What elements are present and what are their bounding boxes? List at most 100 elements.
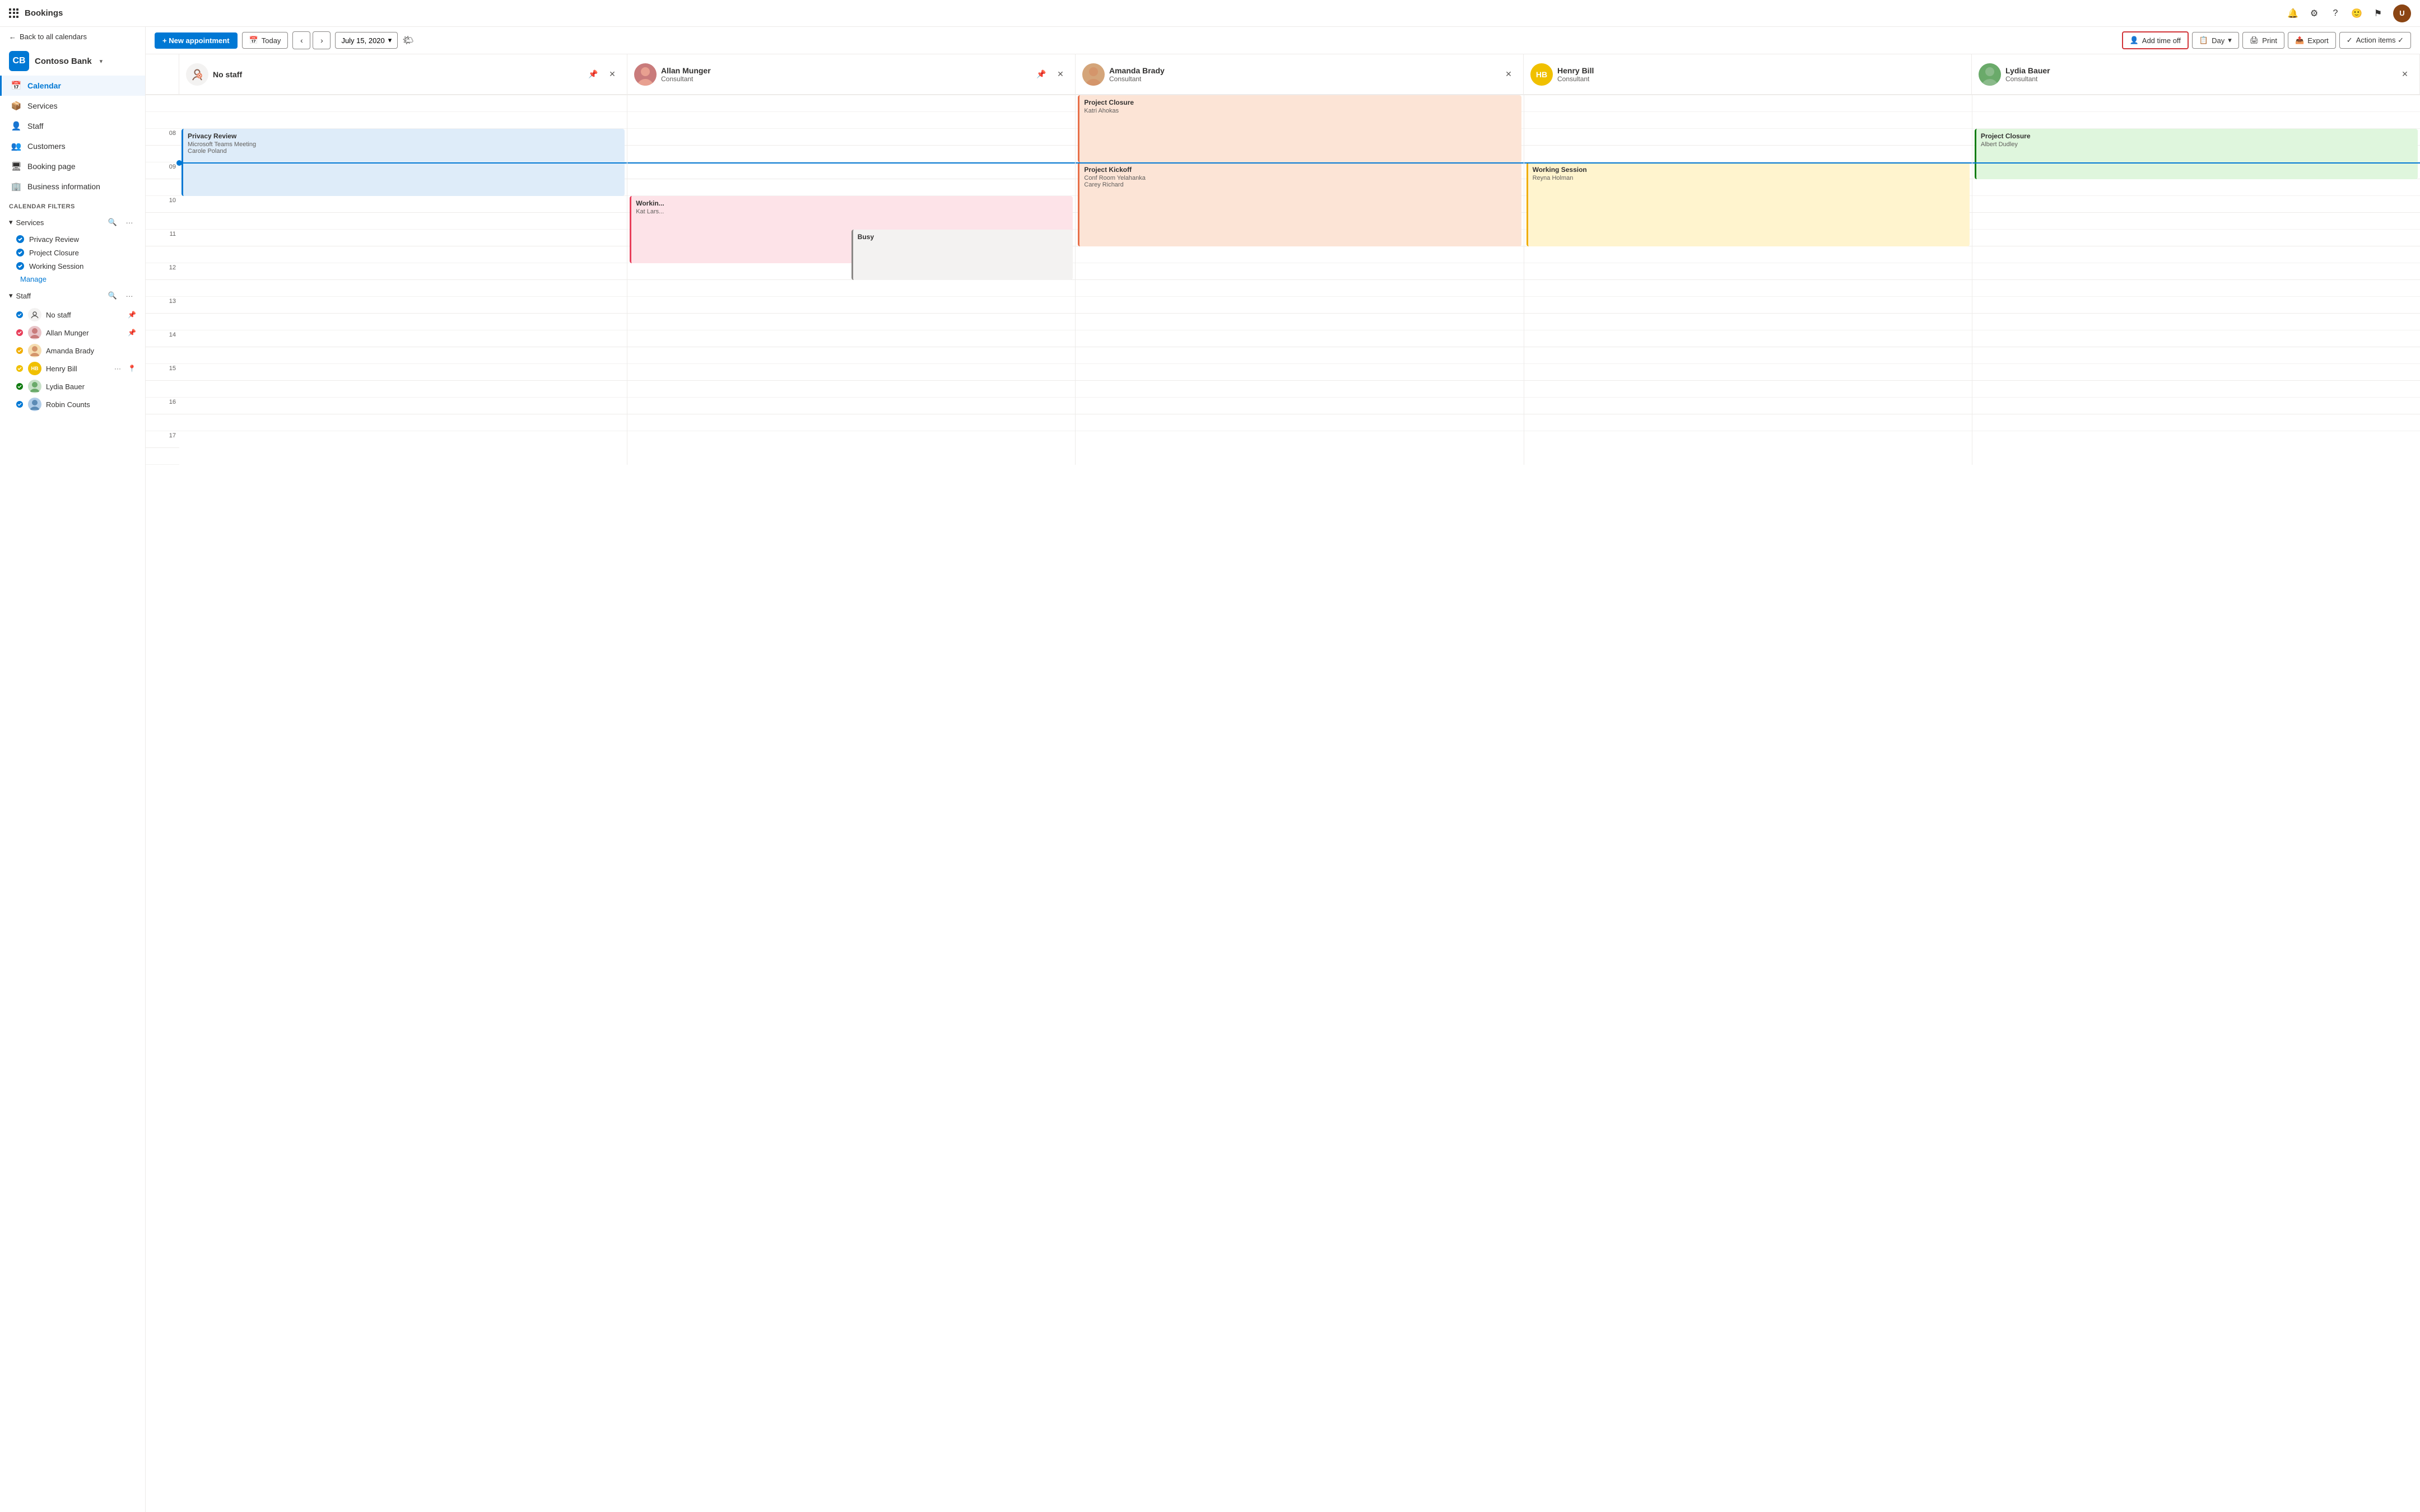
pin-allan-header-icon[interactable]: 📌 xyxy=(1034,67,1049,82)
staff-header-amanda: Amanda Brady Consultant ✕ xyxy=(1076,54,1524,95)
close-lydia-header-icon[interactable]: ✕ xyxy=(2397,67,2413,82)
staff-item-amanda-brady[interactable]: Amanda Brady xyxy=(4,342,141,360)
staff-item-henry-bill[interactable]: HB Henry Bill ··· 📍 xyxy=(4,360,141,377)
notification-icon[interactable]: 🔔 xyxy=(2287,7,2299,20)
allan-header-name: Allan Munger xyxy=(661,66,1029,75)
new-appointment-button[interactable]: + New appointment xyxy=(155,32,238,49)
date-picker-button[interactable]: July 15, 2020 ▾ xyxy=(335,32,398,49)
event-busy-allan[interactable]: Busy xyxy=(851,230,1073,280)
amanda-header-role: Consultant xyxy=(1109,75,1496,83)
back-to-calendars[interactable]: ← Back to all calendars xyxy=(0,27,145,46)
staff-item-robin-counts[interactable]: Robin Counts xyxy=(4,395,141,413)
check-circle-lydia-icon xyxy=(16,382,24,390)
event-project-kickoff-amanda[interactable]: Project Kickoff Conf Room Yelahanka Care… xyxy=(1078,162,1521,246)
pin-no-staff-header-icon[interactable]: 📌 xyxy=(585,67,601,82)
next-arrow-button[interactable]: › xyxy=(313,31,331,49)
staff-header-amanda-inner: Amanda Brady Consultant ✕ xyxy=(1076,54,1523,95)
services-filter-section: ▾ Services 🔍 ··· Privacy Review Project … xyxy=(0,212,145,286)
filter-item-project-closure[interactable]: Project Closure xyxy=(4,246,141,259)
staff-grid: Privacy Review Microsoft Teams Meeting C… xyxy=(179,95,2420,465)
customers-nav-icon: 👥 xyxy=(11,141,22,152)
manage-link[interactable]: Manage xyxy=(4,273,141,286)
staff-item-allan-munger[interactable]: Allan Munger 📌 xyxy=(4,324,141,342)
event-working-session-allan-sub: Kat Lars... xyxy=(636,208,1068,215)
staff-more-icon[interactable]: ··· xyxy=(123,289,136,302)
nav-item-business-info[interactable]: 🏢 Business information xyxy=(0,176,145,197)
add-time-off-button[interactable]: 👤 Add time off xyxy=(2122,31,2189,49)
close-amanda-header-icon[interactable]: ✕ xyxy=(1501,67,1516,82)
action-items-icon: ✓ xyxy=(2347,36,2353,45)
henry-more-icon[interactable]: ··· xyxy=(112,363,123,374)
staff-header-henry: HB Henry Bill Consultant xyxy=(1524,54,1972,95)
lydia-header-actions: ✕ xyxy=(2397,67,2413,82)
export-button[interactable]: 📤 Export xyxy=(2288,32,2336,49)
user-avatar[interactable]: U xyxy=(2393,4,2411,22)
services-search-icon[interactable]: 🔍 xyxy=(106,216,119,229)
nav-item-staff[interactable]: 👤 Staff xyxy=(0,116,145,136)
henry-slots xyxy=(1524,95,1972,431)
no-staff-header-icon xyxy=(186,63,208,86)
top-bar-left: Bookings xyxy=(9,8,63,18)
prev-arrow-button[interactable]: ‹ xyxy=(292,31,310,49)
close-allan-header-icon[interactable]: ✕ xyxy=(1053,67,1068,82)
calendar-scroll-body: 08 09 10 11 12 13 14 15 xyxy=(146,95,2420,1512)
nav-item-booking-page[interactable]: 🖥 Booking page xyxy=(0,156,145,176)
staff-item-lydia-bauer[interactable]: Lydia Bauer xyxy=(4,377,141,395)
org-header[interactable]: CB Contoso Bank ▾ xyxy=(0,46,145,76)
filter-item-privacy-review[interactable]: Privacy Review xyxy=(4,232,141,246)
time-08: 08 xyxy=(146,129,179,146)
event-working-session-henry[interactable]: Working Session Reyna Holman xyxy=(1527,162,1970,246)
staff-item-no-staff[interactable]: No staff 📌 xyxy=(4,306,141,324)
event-project-closure-amanda[interactable]: Project Closure Katri Ahokas xyxy=(1078,95,1521,162)
close-no-staff-header-icon[interactable]: ✕ xyxy=(604,67,620,82)
day-chevron-icon: ▾ xyxy=(2228,36,2232,45)
services-filter-header[interactable]: ▾ Services 🔍 ··· xyxy=(4,212,141,232)
current-time-line-allan xyxy=(627,162,1075,164)
services-filter-actions: 🔍 ··· xyxy=(106,216,136,229)
robin-avatar xyxy=(28,398,41,411)
pin-outline-henry-icon: 📍 xyxy=(128,365,136,372)
date-chevron-icon: ▾ xyxy=(388,36,392,45)
nav-arrows: ‹ › xyxy=(292,31,331,49)
help-icon[interactable]: ? xyxy=(2329,7,2342,20)
time-07 xyxy=(146,95,179,112)
print-button[interactable]: 🖨 Print xyxy=(2242,32,2284,49)
today-button[interactable]: 📅 Today xyxy=(242,32,288,49)
staff-header-lydia: Lydia Bauer Consultant ✕ xyxy=(1972,54,2420,95)
event-project-kickoff-sub1: Conf Room Yelahanka xyxy=(1084,175,1516,181)
services-filter-title: ▾ Services xyxy=(9,218,44,227)
filter-item-working-session[interactable]: Working Session xyxy=(4,259,141,273)
col-allan: Workin... Kat Lars... Busy xyxy=(627,95,1076,465)
chevron-down-services-icon: ▾ xyxy=(9,218,13,227)
staff-header-lydia-inner: Lydia Bauer Consultant ✕ xyxy=(1972,54,2419,95)
services-more-icon[interactable]: ··· xyxy=(123,216,136,229)
main-layout: ← Back to all calendars CB Contoso Bank … xyxy=(0,27,2420,1512)
sidebar: ← Back to all calendars CB Contoso Bank … xyxy=(0,27,146,1512)
staff-headers-row: No staff 📌 ✕ xyxy=(179,54,2420,95)
flag-icon[interactable]: ⚑ xyxy=(2372,7,2384,20)
lydia-header-info: Lydia Bauer Consultant xyxy=(2005,66,2393,83)
booking-page-nav-icon: 🖥 xyxy=(11,161,22,172)
check-circle-henry-icon xyxy=(16,365,24,372)
amanda-header-avatar xyxy=(1082,63,1105,86)
emoji-icon[interactable]: 🙂 xyxy=(2351,7,2363,20)
staff-filter-header[interactable]: ▾ Staff 🔍 ··· xyxy=(4,286,141,306)
current-time-line-no-staff xyxy=(179,162,627,164)
nav-item-services[interactable]: 📦 Services xyxy=(0,96,145,116)
no-staff-icon xyxy=(28,308,41,321)
apps-grid-icon[interactable] xyxy=(9,8,19,18)
org-icon: CB xyxy=(9,51,29,71)
event-project-closure-lydia[interactable]: Project Closure Albert Dudley xyxy=(1975,129,2418,179)
staff-header-row: No staff 📌 ✕ xyxy=(146,54,2420,95)
settings-icon[interactable]: ⚙ xyxy=(2308,7,2320,20)
henry-header-role: Consultant xyxy=(1557,75,1965,83)
day-view-button[interactable]: 📋 Day ▾ xyxy=(2192,32,2239,49)
event-project-kickoff-title: Project Kickoff xyxy=(1084,166,1516,174)
action-items-button[interactable]: ✓ Action items ✓ xyxy=(2339,32,2411,49)
staff-filter-title: ▾ Staff xyxy=(9,291,31,300)
nav-item-customers[interactable]: 👥 Customers xyxy=(0,136,145,156)
staff-search-icon[interactable]: 🔍 xyxy=(106,289,119,302)
nav-item-calendar[interactable]: 📅 Calendar xyxy=(0,76,145,96)
event-project-kickoff-sub2: Carey Richard xyxy=(1084,181,1516,188)
time-15: 15 xyxy=(146,364,179,381)
